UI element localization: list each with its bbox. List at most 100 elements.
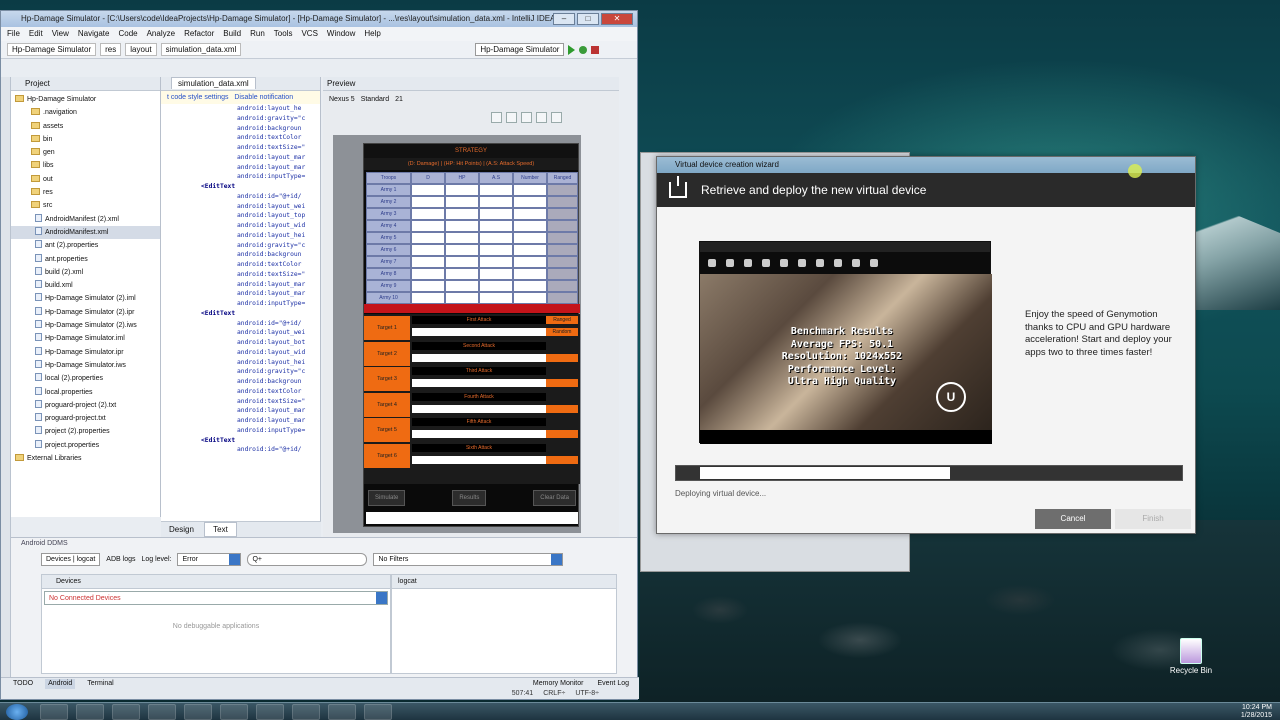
run-icon[interactable] — [568, 44, 576, 55]
taskbar-genymotion[interactable] — [328, 704, 356, 720]
menu-build[interactable]: Build — [223, 27, 241, 41]
army-ranged-checkbox[interactable] — [547, 208, 578, 220]
army-input-cell[interactable] — [479, 256, 513, 268]
tree-item[interactable]: Hp-Damage Simulator (2).iml — [11, 292, 160, 305]
tree-item[interactable]: Hp-Damage Simulator (2).iws — [11, 319, 160, 332]
log-level-select[interactable]: Error — [177, 552, 242, 566]
breadcrumb-file[interactable]: simulation_data.xml — [160, 43, 242, 56]
attack-ranged-cell[interactable] — [546, 430, 578, 438]
notice-link-code-style[interactable]: t code style settings — [167, 94, 228, 101]
army-input-cell[interactable] — [445, 268, 479, 280]
menu-analyze[interactable]: Analyze — [147, 27, 175, 41]
army-input-cell[interactable] — [513, 292, 547, 304]
breadcrumb-layout[interactable]: layout — [125, 43, 157, 56]
tree-item[interactable]: libs — [11, 159, 160, 172]
army-input-cell[interactable] — [411, 268, 445, 280]
preview-api-select[interactable]: 21 — [395, 96, 403, 103]
event-log-tab[interactable]: Event Log — [597, 679, 629, 689]
army-input-cell[interactable] — [513, 268, 547, 280]
zoom-in-icon[interactable] — [506, 111, 517, 123]
tree-item[interactable]: local.properties — [11, 386, 160, 399]
army-input-cell[interactable] — [479, 208, 513, 220]
army-ranged-checkbox[interactable] — [547, 292, 578, 304]
army-input-cell[interactable] — [513, 220, 547, 232]
army-input-cell[interactable] — [411, 232, 445, 244]
tree-item[interactable]: .navigation — [11, 106, 160, 119]
attack-input[interactable] — [412, 404, 546, 413]
simulate-button[interactable]: Simulate — [368, 490, 406, 506]
army-input-cell[interactable] — [411, 244, 445, 256]
tree-item[interactable]: proguard-project (2).txt — [11, 399, 160, 412]
bottom-tab-terminal[interactable]: Terminal — [87, 679, 113, 689]
taskbar-chrome[interactable] — [148, 704, 176, 720]
army-input-cell[interactable] — [513, 208, 547, 220]
army-input-cell[interactable] — [445, 208, 479, 220]
finish-button[interactable]: Finish — [1115, 509, 1191, 529]
tree-item[interactable]: project (2).properties — [11, 425, 160, 438]
menu-run[interactable]: Run — [250, 27, 265, 41]
device-select[interactable]: No Connected Devices — [44, 591, 388, 605]
breadcrumb-res[interactable]: res — [100, 43, 122, 56]
tree-item[interactable]: Hp-Damage Simulator.iws — [11, 359, 160, 372]
memory-monitor-tab[interactable]: Memory Monitor — [533, 679, 584, 689]
taskbar-media[interactable] — [112, 704, 140, 720]
army-input-cell[interactable] — [479, 244, 513, 256]
menu-window[interactable]: Window — [327, 27, 355, 41]
attack-ranged-cell[interactable] — [546, 353, 578, 362]
tree-item[interactable]: project.properties — [11, 439, 160, 452]
army-input-cell[interactable] — [445, 244, 479, 256]
army-input-cell[interactable] — [479, 268, 513, 280]
project-panel-header[interactable]: Project — [11, 77, 160, 91]
taskbar-excel[interactable] — [256, 704, 284, 720]
menu-tools[interactable]: Tools — [274, 27, 293, 41]
army-input-cell[interactable] — [411, 196, 445, 208]
notice-link-disable[interactable]: Disable notification — [234, 94, 293, 101]
tree-item[interactable]: assets — [11, 120, 160, 133]
tree-item[interactable]: bin — [11, 133, 160, 146]
army-input-cell[interactable] — [479, 196, 513, 208]
settings-icon[interactable] — [551, 111, 562, 123]
breadcrumb-project[interactable]: Hp-Damage Simulator — [7, 43, 97, 56]
attack-input[interactable] — [412, 379, 546, 387]
menu-vcs[interactable]: VCS — [301, 27, 317, 41]
run-configuration-select[interactable]: Hp-Damage Simulator — [475, 43, 565, 56]
attack-ranged-cell[interactable]: Random — [546, 328, 578, 336]
army-ranged-checkbox[interactable] — [547, 196, 578, 208]
army-input-cell[interactable] — [445, 256, 479, 268]
debug-icon[interactable] — [579, 45, 588, 54]
logcat-filter-select[interactable]: No Filters — [373, 552, 564, 566]
army-input-cell[interactable] — [479, 292, 513, 304]
army-input-cell[interactable] — [445, 280, 479, 292]
attack-input[interactable] — [412, 430, 546, 438]
taskbar-app[interactable] — [220, 704, 248, 720]
attack-ranged-cell[interactable] — [546, 379, 578, 387]
attack-ranged-cell[interactable] — [546, 455, 578, 464]
army-input-cell[interactable] — [479, 184, 513, 196]
taskbar-ie[interactable] — [76, 704, 104, 720]
tree-item[interactable]: AndroidManifest.xml — [11, 225, 160, 240]
file-encoding[interactable]: UTF-8÷ — [575, 689, 599, 699]
system-tray[interactable]: 10:24 PM 1/28/2015 — [1241, 704, 1272, 720]
menu-file[interactable]: File — [7, 27, 20, 41]
ddms-tab-adb-logs[interactable]: ADB logs — [106, 556, 135, 563]
taskbar-explorer[interactable] — [40, 704, 68, 720]
army-ranged-checkbox[interactable] — [547, 280, 578, 292]
army-input-cell[interactable] — [445, 292, 479, 304]
cursor-position[interactable]: 507:41 — [512, 689, 533, 699]
army-input-cell[interactable] — [411, 208, 445, 220]
tree-item[interactable]: build.xml — [11, 279, 160, 292]
army-input-cell[interactable] — [513, 244, 547, 256]
menu-code[interactable]: Code — [118, 27, 137, 41]
army-input-cell[interactable] — [479, 232, 513, 244]
army-ranged-checkbox[interactable] — [547, 244, 578, 256]
tree-item[interactable]: Hp-Damage Simulator — [11, 93, 160, 106]
tree-item[interactable]: AndroidManifest (2).xml — [11, 213, 160, 226]
army-input-cell[interactable] — [411, 256, 445, 268]
line-separator[interactable]: CRLF÷ — [543, 689, 565, 699]
army-input-cell[interactable] — [513, 232, 547, 244]
army-input-cell[interactable] — [411, 220, 445, 232]
attack-input[interactable] — [412, 353, 546, 362]
stop-icon[interactable] — [591, 45, 600, 54]
cancel-button[interactable]: Cancel — [1035, 509, 1111, 529]
menu-navigate[interactable]: Navigate — [78, 27, 110, 41]
